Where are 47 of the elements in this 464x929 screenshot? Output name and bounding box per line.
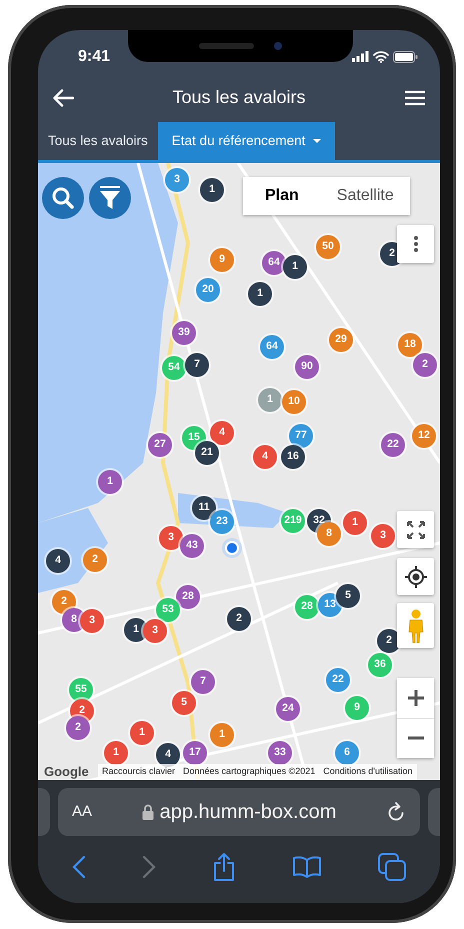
reload-icon	[386, 801, 406, 823]
map-type-tab[interactable]: Satellite	[320, 177, 410, 215]
back-arrow-icon	[52, 88, 74, 106]
location-dot-icon	[221, 537, 243, 559]
search-icon	[51, 186, 75, 210]
minus-icon	[406, 736, 424, 740]
battery-icon	[393, 50, 418, 62]
book-icon	[292, 855, 322, 879]
attribution-link[interactable]: Conditions d'utilisation	[323, 765, 413, 779]
menu-button[interactable]	[404, 90, 426, 106]
previous-tab-preview	[38, 788, 50, 836]
tabs-icon	[378, 853, 406, 881]
share-icon	[212, 852, 236, 882]
wifi-icon	[373, 50, 389, 62]
tabs-button[interactable]	[378, 853, 406, 881]
tab[interactable]: Tous les avaloirs	[38, 122, 158, 160]
zoom-out-button[interactable]	[397, 718, 434, 758]
chevron-left-icon	[72, 855, 86, 879]
zoom-in-button[interactable]	[397, 678, 434, 718]
tab[interactable]: Etat du référencement	[158, 122, 336, 160]
menu-icon	[404, 90, 426, 106]
status-time: 9:41	[78, 46, 110, 66]
share-button[interactable]	[212, 852, 236, 882]
bookmarks-button[interactable]	[292, 855, 322, 879]
browser-back-button[interactable]	[72, 855, 86, 879]
back-button[interactable]	[52, 88, 74, 106]
map-logo: Google	[44, 764, 90, 780]
text-size-button[interactable]: AA	[72, 800, 92, 824]
kebab-menu-icon	[414, 236, 418, 252]
crosshair-icon	[404, 566, 426, 588]
attribution-link[interactable]: Raccourcis clavier	[102, 765, 176, 779]
lock-icon	[142, 804, 154, 820]
signal-icon	[352, 51, 369, 62]
next-tab-preview	[428, 788, 440, 836]
person-icon	[408, 608, 424, 642]
attribution-link[interactable]: Données cartographiques ©2021	[183, 765, 316, 779]
page-title: Tous les avaloirs	[172, 86, 306, 109]
url-text: app.humm-box.com	[160, 800, 336, 825]
fullscreen-button[interactable]	[397, 511, 434, 548]
fullscreen-icon	[406, 520, 424, 538]
more-options-button[interactable]	[397, 225, 434, 263]
chevron-right-icon	[142, 855, 156, 879]
map-type-tab[interactable]: Plan	[243, 177, 321, 215]
address-bar[interactable]: AA app.humm-box.com	[58, 788, 420, 836]
locate-button[interactable]	[397, 558, 434, 595]
filter-icon	[99, 186, 121, 210]
plus-icon	[406, 688, 424, 707]
